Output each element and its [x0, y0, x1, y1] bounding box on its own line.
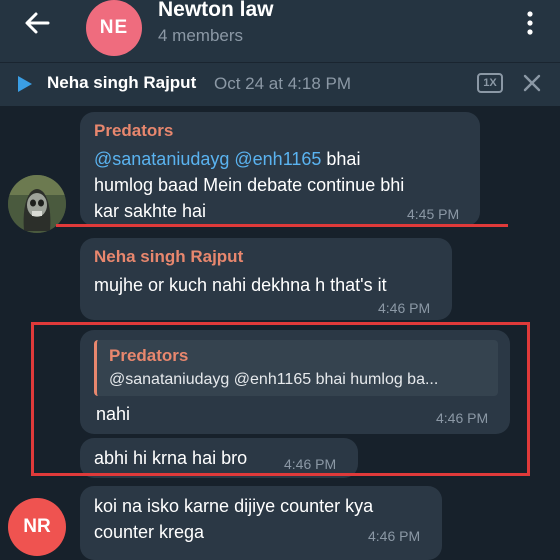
highlight-underline [56, 224, 508, 227]
message-text-fragment: bhai [321, 149, 361, 169]
audio-sender-name: Neha singh Rajput [47, 73, 197, 92]
mention-link[interactable]: @enh1165 [234, 149, 321, 169]
more-options-icon[interactable] [522, 10, 538, 36]
playback-speed-button[interactable]: 1X [477, 73, 503, 93]
chat-title[interactable]: Newton law [158, 0, 274, 22]
message-sender[interactable]: Neha singh Rajput [94, 247, 243, 267]
message-text: mujhe or kuch nahi dekhna h that's it [94, 275, 387, 295]
sender-avatar[interactable]: NR [8, 498, 66, 556]
chat-header: NE Newton law 4 members [0, 0, 560, 62]
audio-timestamp: Oct 24 at 4:18 PM [214, 74, 352, 93]
message-text-line: kar sakhte hai [94, 201, 207, 221]
play-icon[interactable] [18, 76, 32, 92]
highlight-box [31, 322, 530, 476]
mention-link[interactable]: @sanataniudayg [94, 149, 229, 169]
message-bubble[interactable]: Predators @sanataniudayg @enh1165 bhai h… [80, 112, 480, 226]
back-arrow-icon[interactable] [22, 8, 52, 38]
member-count: 4 members [158, 26, 244, 45]
message-sender[interactable]: Predators [94, 121, 173, 141]
close-icon[interactable] [522, 73, 542, 93]
group-avatar[interactable]: NE [86, 0, 142, 56]
audio-player-bar[interactable]: Neha singh Rajput Oct 24 at 4:18 PM 1X [0, 62, 560, 106]
message-text-line: koi na isko karne dijiye counter kya [94, 496, 374, 516]
message-bubble[interactable]: koi na isko karne dijiye counter kya cou… [80, 486, 442, 560]
message-bubble[interactable]: Neha singh Rajput mujhe or kuch nahi dek… [80, 238, 452, 320]
message-time: 4:46 PM [378, 300, 431, 316]
message-time: 4:46 PM [368, 528, 421, 544]
message-text-line: humlog baad Mein debate continue bhi [94, 175, 405, 195]
message-text-line: counter krega [94, 522, 205, 542]
message-time: 4:45 PM [407, 206, 460, 222]
